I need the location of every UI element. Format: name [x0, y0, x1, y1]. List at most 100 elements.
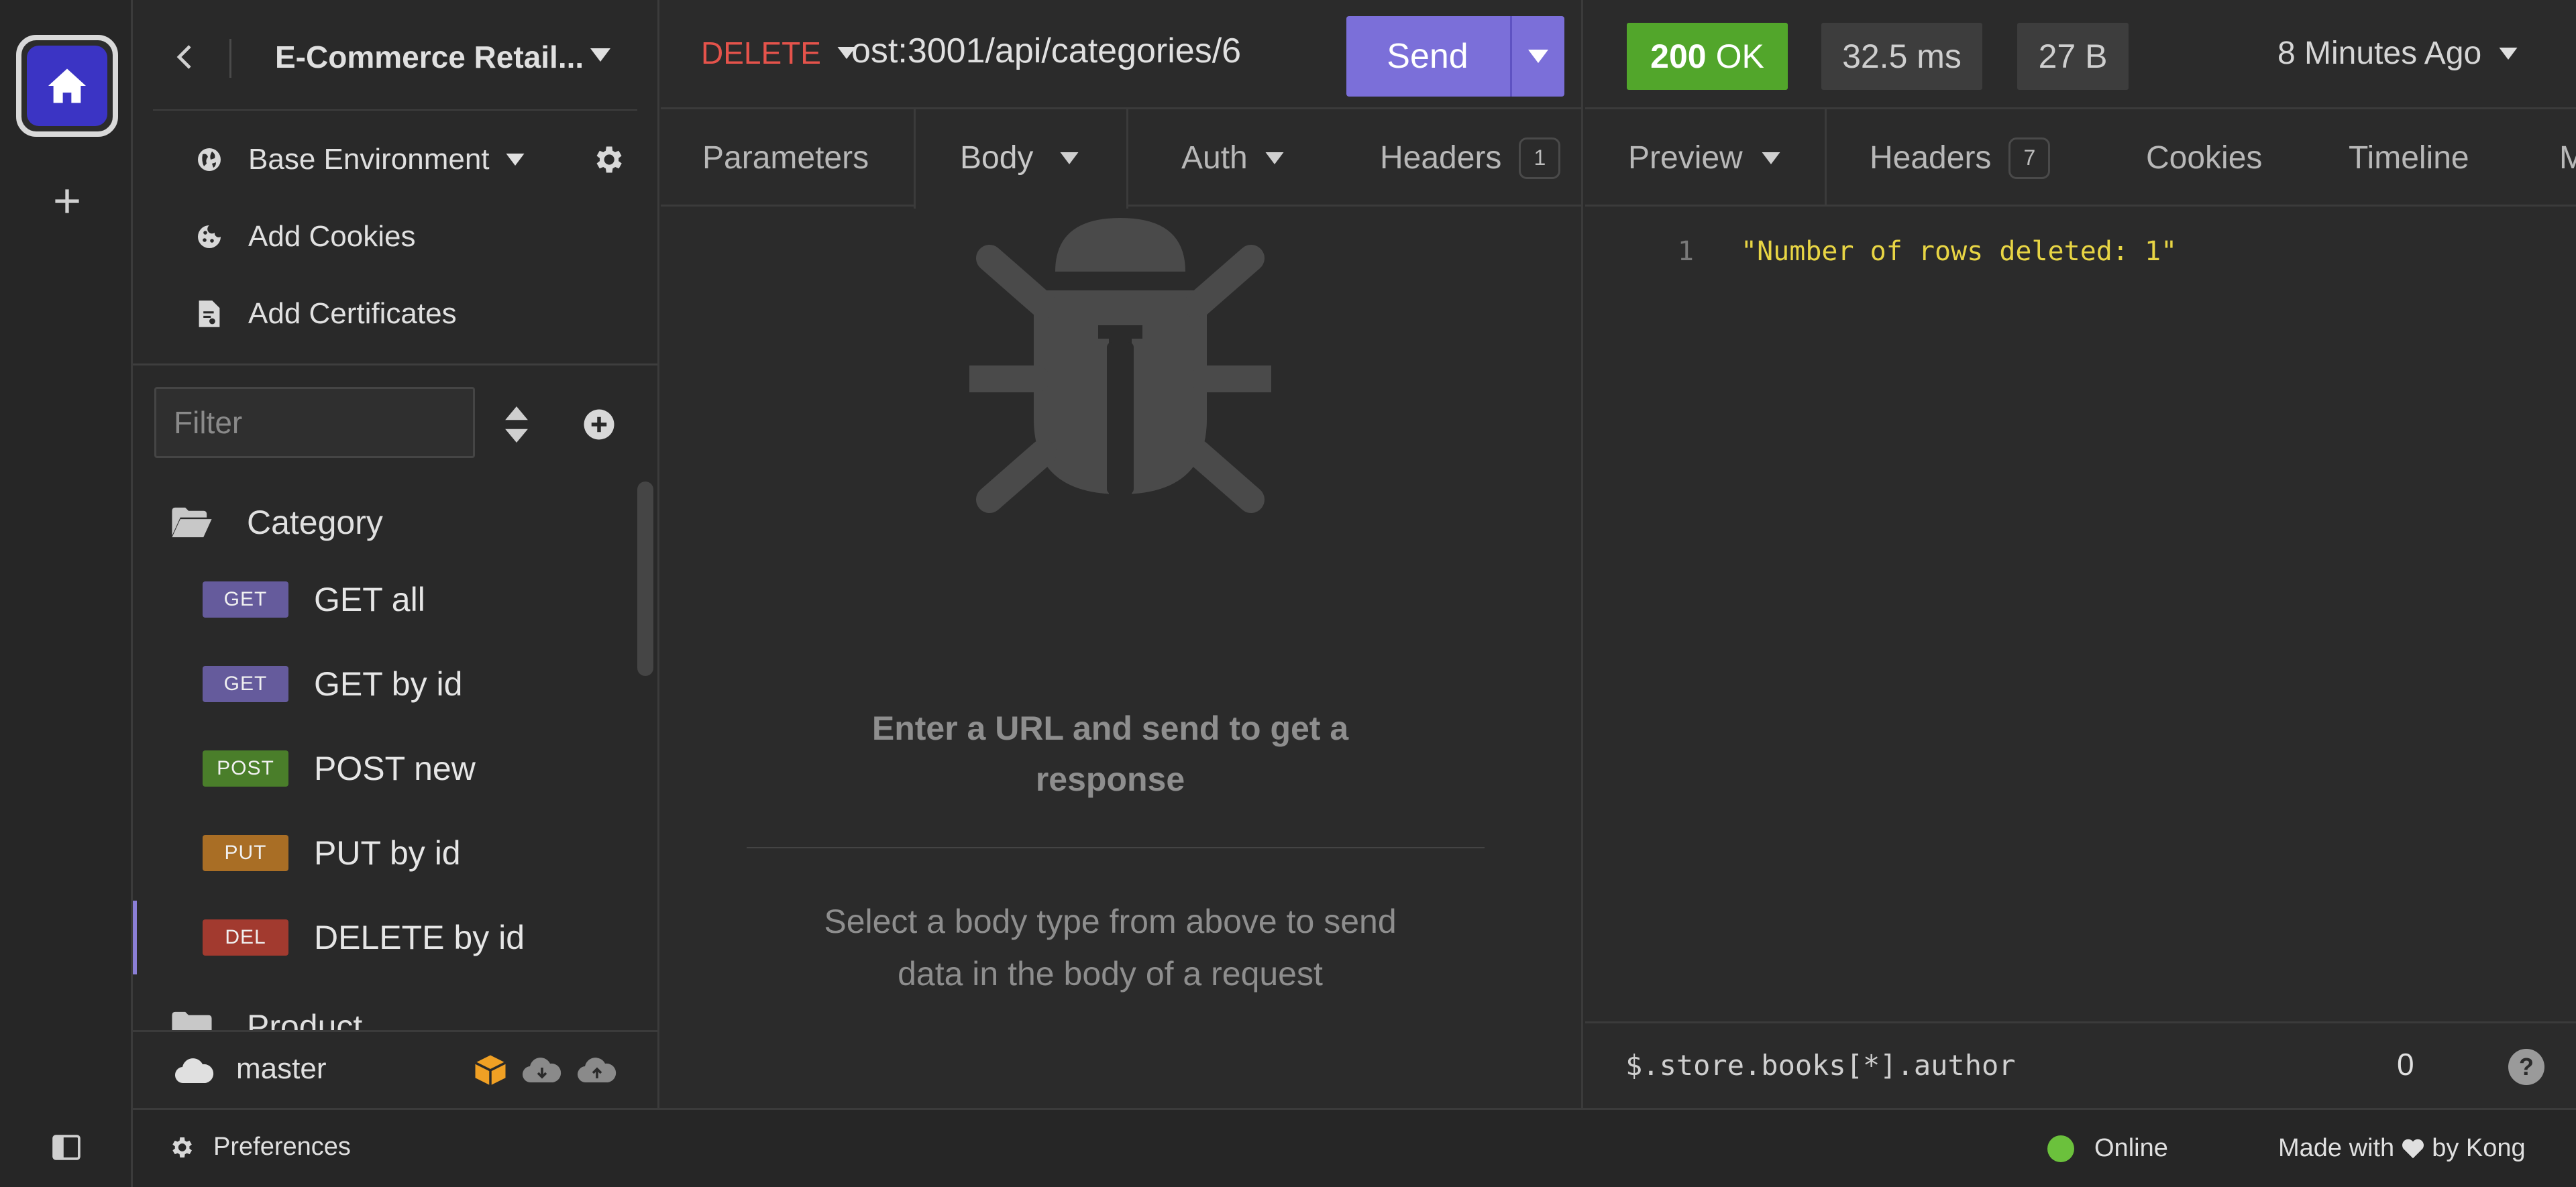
- response-time: 32.5 ms: [1821, 23, 1982, 90]
- filter-input[interactable]: [154, 387, 475, 458]
- request-item[interactable]: GET GET all: [133, 563, 643, 636]
- bug-icon: [969, 218, 1271, 513]
- response-status-bar: 200 OK 32.5 ms 27 B 8 Minutes Ago: [1585, 0, 2576, 107]
- sidebar-scrollbar[interactable]: [637, 482, 653, 676]
- folder-label: Category: [247, 504, 383, 541]
- status-text: OK: [1715, 38, 1764, 75]
- request-label: GET by id: [314, 665, 463, 703]
- status-code: 200: [1650, 38, 1707, 75]
- response-body-line: 1 "Number of rows deleted: 1": [1585, 228, 2177, 275]
- app-rail: [0, 0, 133, 1187]
- preferences-button[interactable]: Preferences: [168, 1133, 351, 1162]
- gear-icon[interactable]: [590, 142, 625, 177]
- folder-product[interactable]: Product: [170, 1007, 362, 1031]
- made-with-link[interactable]: Made with by Kong: [2278, 1134, 2526, 1163]
- response-body-text: "Number of rows deleted: 1": [1741, 236, 2178, 267]
- request-label: PUT by id: [314, 834, 461, 872]
- jsonpath-filter-input[interactable]: $.store.books[*].author: [1625, 1049, 2016, 1082]
- divider: [153, 109, 637, 111]
- tab-response-headers[interactable]: Headers 7: [1870, 109, 2051, 205]
- cloud-upload-icon[interactable]: [577, 1055, 617, 1086]
- divider: [747, 847, 1485, 848]
- add-certificates-label: Add Certificates: [248, 297, 457, 330]
- cloud-download-icon[interactable]: [522, 1055, 562, 1086]
- help-button[interactable]: ?: [2508, 1049, 2544, 1085]
- status-footer: Preferences Online Made with by Kong: [133, 1108, 2576, 1187]
- send-button-group: Send: [1346, 16, 1564, 97]
- response-history-dropdown[interactable]: 8 Minutes Ago: [2277, 35, 2518, 72]
- add-circle-icon[interactable]: [582, 408, 616, 441]
- tab-auth[interactable]: Auth: [1181, 109, 1284, 207]
- request-item[interactable]: GET GET by id: [133, 647, 643, 721]
- gear-icon: [172, 1137, 192, 1157]
- tab-body[interactable]: Body: [914, 109, 1128, 209]
- git-sync-bar: master: [133, 1030, 657, 1108]
- tab-label: Timeline: [2349, 140, 2469, 176]
- response-headers-count-badge: 7: [2008, 137, 2051, 179]
- request-label: DELETE by id: [314, 919, 525, 956]
- tab-label: M: [2559, 139, 2576, 176]
- request-item[interactable]: PUT PUT by id: [133, 816, 643, 890]
- online-label: Online: [2094, 1134, 2168, 1162]
- environment-selector[interactable]: Base Environment: [195, 139, 525, 180]
- home-button[interactable]: [16, 35, 118, 137]
- folder-category[interactable]: Category: [170, 503, 383, 542]
- empty-state-title: Enter a URL and send to get a response: [871, 710, 1349, 798]
- method-badge-get: GET: [203, 666, 288, 702]
- online-status: Online: [2047, 1134, 2168, 1163]
- add-cookies-button[interactable]: Add Cookies: [195, 217, 415, 257]
- headers-count-badge: 1: [1519, 137, 1561, 179]
- request-item[interactable]: POST POST new: [133, 732, 643, 805]
- caret-down-icon: [2499, 47, 2518, 60]
- send-options-button[interactable]: [1512, 16, 1564, 97]
- send-button[interactable]: Send: [1346, 16, 1509, 97]
- caret-down-icon: [1528, 50, 1548, 63]
- sort-icon[interactable]: [502, 406, 531, 443]
- home-icon: [48, 68, 86, 103]
- tab-more[interactable]: M: [2559, 109, 2576, 205]
- tab-label: Headers: [1870, 140, 1992, 176]
- git-branch-label[interactable]: master: [236, 1052, 326, 1086]
- project-title[interactable]: E-Commerce Retail...: [275, 39, 584, 75]
- request-label: POST new: [314, 750, 476, 787]
- caret-down-icon[interactable]: [590, 48, 610, 62]
- tab-timeline[interactable]: Timeline: [2349, 109, 2469, 205]
- request-label: GET all: [314, 581, 425, 618]
- add-cookies-label: Add Cookies: [248, 220, 416, 253]
- box-icon[interactable]: [474, 1054, 507, 1087]
- request-item-active[interactable]: DEL DELETE by id: [133, 901, 643, 974]
- url-text: ost:3001/api/categories/6: [851, 32, 1242, 70]
- globe-icon: [195, 145, 224, 174]
- plus-icon: [55, 189, 79, 213]
- request-pane: DELETE ost:3001/api/categories/6 Send Pa…: [661, 0, 1583, 1108]
- back-button[interactable]: [168, 40, 201, 74]
- online-dot-icon: [2047, 1135, 2074, 1162]
- tab-preview-inner: Preview: [1628, 109, 1780, 205]
- caret-down-icon: [1265, 152, 1284, 164]
- made-with-label: Made with: [2278, 1134, 2395, 1162]
- response-pane: 200 OK 32.5 ms 27 B 8 Minutes Ago Previe…: [1585, 0, 2576, 1108]
- method-dropdown[interactable]: DELETE: [701, 35, 856, 71]
- tab-cookies[interactable]: Cookies: [2146, 109, 2262, 205]
- method-label: DELETE: [701, 36, 821, 70]
- tab-label: Parameters: [702, 140, 869, 176]
- caret-down-icon: [1060, 152, 1079, 164]
- folder-open-icon: [172, 507, 212, 538]
- tab-parameters[interactable]: Parameters: [702, 109, 869, 207]
- method-badge-post: POST: [203, 750, 288, 787]
- add-workspace-button[interactable]: [47, 181, 87, 221]
- divider: [229, 39, 231, 78]
- request-tabs: Parameters Body Auth Headers 1: [661, 107, 1581, 209]
- add-certificates-button[interactable]: Add Certificates: [195, 294, 457, 334]
- by-kong-label: by Kong: [2432, 1134, 2526, 1162]
- url-input[interactable]: ost:3001/api/categories/6: [851, 31, 1321, 84]
- tab-body-inner: Body: [960, 109, 1079, 207]
- method-badge-put: PUT: [203, 835, 288, 871]
- certificate-icon: [195, 299, 224, 329]
- tab-headers[interactable]: Headers 1: [1380, 109, 1561, 207]
- tab-label: Body: [960, 140, 1034, 176]
- response-tabs: Preview Headers 7 Cookies Timeline M: [1585, 107, 2576, 207]
- sidebar-toggle-icon[interactable]: [52, 1135, 80, 1160]
- tab-preview[interactable]: Preview: [1585, 109, 1827, 205]
- time-ago-label: 8 Minutes Ago: [2277, 36, 2482, 71]
